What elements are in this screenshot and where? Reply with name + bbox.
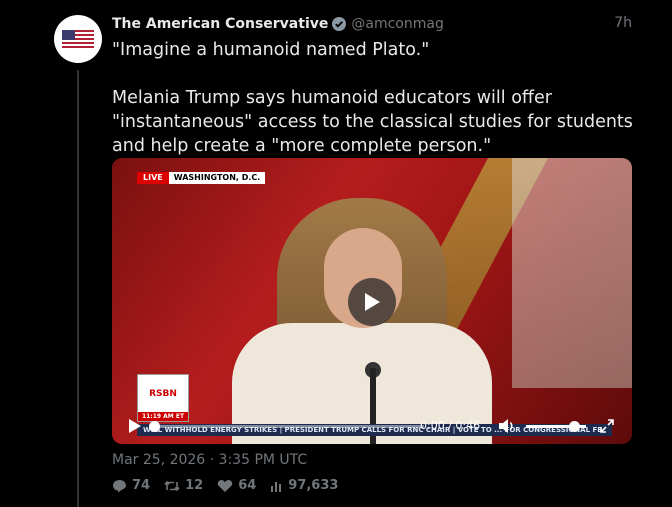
live-banner: LIVE WASHINGTON, D.C. (137, 172, 266, 184)
author-handle[interactable]: @amconmag (351, 16, 443, 32)
tweet-text: "Imagine a humanoid named Plato." Melani… (112, 38, 637, 158)
volume-icon[interactable] (498, 418, 516, 434)
like-button[interactable]: 64 (217, 478, 256, 493)
like-icon (217, 479, 233, 492)
retweet-button[interactable]: 12 (164, 478, 203, 493)
reply-button[interactable]: 74 (112, 478, 150, 493)
location-label: WASHINGTON, D.C. (168, 172, 266, 184)
volume-knob[interactable] (569, 421, 580, 432)
reply-icon (113, 479, 126, 492)
live-badge: LIVE (137, 172, 169, 184)
flag-icon (62, 29, 94, 49)
verified-badge-icon (332, 17, 347, 31)
tweet-text-body: Melania Trump says humanoid educators wi… (112, 88, 633, 156)
retweet-count: 12 (185, 478, 204, 493)
like-count: 64 (238, 478, 257, 493)
tweet-text-quote: "Imagine a humanoid named Plato." (112, 40, 430, 60)
retweet-icon (164, 480, 180, 491)
views-count: 97,633 (288, 478, 339, 493)
network-logo: RSBN 11:19 AM ET (137, 374, 189, 422)
fullscreen-icon[interactable] (599, 418, 615, 434)
video-controls: 0:00 / 0:46 (112, 416, 632, 436)
timecode: 0:00 / 0:46 (420, 419, 481, 432)
views-button[interactable]: 97,633 (270, 478, 338, 493)
avatar[interactable] (54, 15, 102, 63)
progress-knob[interactable] (149, 421, 160, 432)
progress-bar[interactable] (149, 421, 424, 432)
tweet-header: The American Conservative @amconmag (112, 13, 632, 35)
network-logo-text: RSBN (149, 389, 177, 399)
play-icon[interactable] (128, 418, 142, 434)
thread-line (77, 70, 79, 507)
background-window (512, 158, 632, 388)
play-button[interactable] (348, 278, 396, 326)
tweet-time[interactable]: 7h (614, 15, 632, 31)
reply-count: 74 (132, 478, 151, 493)
tweet-actions: 74 12 64 97,633 (112, 478, 352, 493)
video-player[interactable]: LIVE WASHINGTON, D.C. RSBN 11:19 AM ET W… (112, 158, 632, 444)
play-icon (365, 293, 380, 311)
tweet-date[interactable]: Mar 25, 2026 · 3:35 PM UTC (112, 452, 307, 468)
volume-slider[interactable] (526, 421, 586, 432)
views-icon (271, 481, 282, 492)
author-name[interactable]: The American Conservative (112, 16, 328, 32)
